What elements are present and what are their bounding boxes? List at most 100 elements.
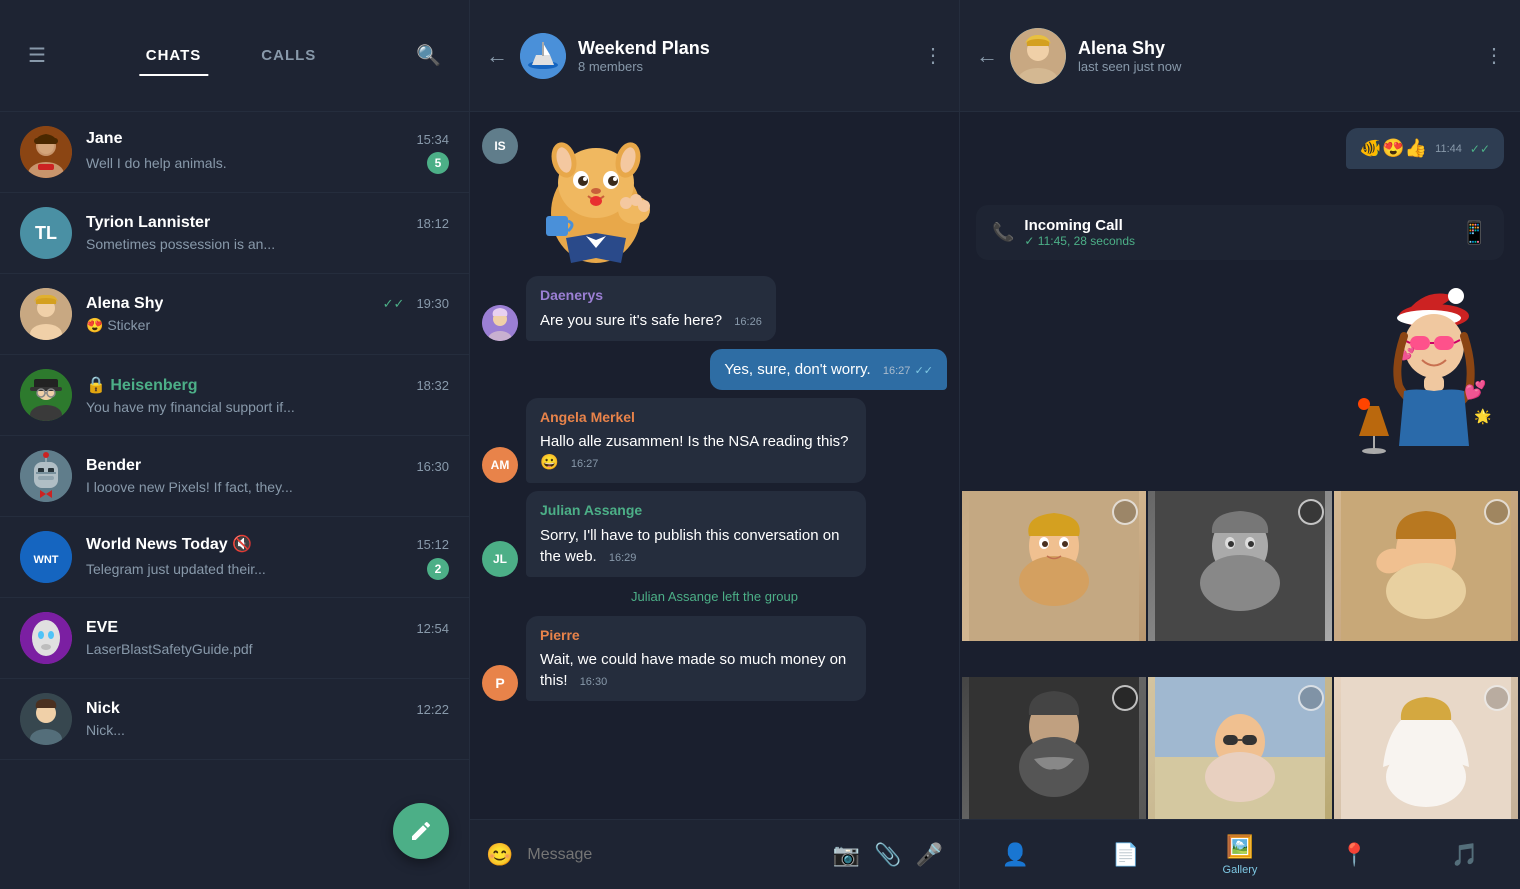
gallery-select-2[interactable]	[1298, 499, 1324, 525]
nav-location[interactable]: 📍	[1328, 834, 1379, 876]
call-status-icon: 📞	[992, 222, 1014, 243]
chat-list: Jane 15:34 Well I do help animals. 5 TL …	[0, 112, 469, 889]
chat-time-bender: 16:30	[416, 459, 449, 474]
badge-wnt: 2	[427, 558, 449, 580]
profile-msg-check: ✓✓	[1470, 142, 1490, 156]
phone-icon[interactable]: 📱	[1461, 220, 1488, 246]
profile-back-button[interactable]: ←	[976, 43, 998, 69]
nav-gallery[interactable]: 🖼️ Gallery	[1211, 826, 1270, 884]
chat-preview-tyrion: Sometimes possession is an...	[86, 236, 449, 252]
chat-item-tyrion[interactable]: TL Tyrion Lannister 18:12 Sometimes poss…	[0, 193, 469, 274]
chats-header: ☰ CHATS CALLS 🔍	[0, 0, 469, 112]
sticker-message: IS	[482, 128, 947, 268]
chat-info-alena: Alena Shy ✓✓ 19:30 😍 Sticker	[86, 295, 449, 334]
gallery-nav-label: Gallery	[1223, 864, 1258, 876]
chat-item-jane[interactable]: Jane 15:34 Well I do help animals. 5	[0, 112, 469, 193]
gallery-item-1[interactable]	[962, 491, 1146, 675]
panel-chats: ☰ CHATS CALLS 🔍	[0, 0, 470, 889]
nav-files[interactable]: 📄	[1100, 834, 1151, 876]
chat-info-tyrion: Tyrion Lannister 18:12 Sometimes possess…	[86, 214, 449, 252]
msg-bubble-julian: Julian Assange Sorry, I'll have to publi…	[526, 491, 866, 577]
profile-name: Alena Shy	[1078, 38, 1472, 59]
messages-area: IS	[470, 112, 959, 819]
gallery-select-5[interactable]	[1298, 685, 1324, 711]
avatar-eve	[20, 612, 72, 664]
msg-time-angela: 16:27	[571, 458, 599, 470]
gallery-select-1[interactable]	[1112, 499, 1138, 525]
chat-input-bar: 😊 📷 📎 🎤	[470, 819, 959, 889]
msg-sender-angela: Angela Merkel	[540, 408, 852, 428]
gallery-item-3[interactable]	[1334, 491, 1518, 675]
chat-item-nick[interactable]: Nick 12:22 Nick...	[0, 679, 469, 760]
msg-row-julian: JL Julian Assange Sorry, I'll have to pu…	[482, 491, 947, 577]
chat-name-bender: Bender	[86, 457, 141, 475]
chat-info-jane: Jane 15:34 Well I do help animals. 5	[86, 130, 449, 174]
profile-header-avatar	[1010, 28, 1066, 84]
gallery-select-6[interactable]	[1484, 685, 1510, 711]
chat-time-eve: 12:54	[416, 621, 449, 636]
chat-name-alena: Alena Shy	[86, 295, 163, 313]
chat-info-wnt: World News Today 🔇 15:12 Telegram just u…	[86, 534, 449, 580]
chat-item-bender[interactable]: Bender 16:30 I looove new Pixels! If fac…	[0, 436, 469, 517]
svg-text:🌟: 🌟	[1474, 408, 1491, 425]
nav-contact[interactable]: 👤	[990, 834, 1041, 876]
msg-row-angela: AM Angela Merkel Hallo alle zusammen! Is…	[482, 398, 947, 484]
chat-item-eve[interactable]: EVE 12:54 LaserBlastSafetyGuide.pdf	[0, 598, 469, 679]
chat-info-bender: Bender 16:30 I looove new Pixels! If fac…	[86, 457, 449, 495]
profile-more-button[interactable]: ⋮	[1484, 43, 1504, 68]
chat-time-tyrion: 18:12	[416, 216, 449, 231]
more-button[interactable]: ⋮	[923, 43, 943, 68]
profile-bottom-nav: 👤 📄 🖼️ Gallery 📍 🎵	[960, 819, 1520, 889]
chat-preview-bender: I looove new Pixels! If fact, they...	[86, 479, 449, 495]
msg-sender-daenerys: Daenerys	[540, 286, 762, 306]
mic-icon[interactable]: 🎤	[916, 842, 943, 868]
msg-time-out: 16:27	[883, 365, 911, 377]
camera-icon[interactable]: 📷	[833, 842, 860, 868]
msg-bubble-out: Yes, sure, don't worry. 16:27 ✓✓	[710, 349, 947, 390]
doge-sticker	[526, 128, 666, 268]
avatar-jane	[20, 126, 72, 178]
avatar-bender	[20, 450, 72, 502]
tab-chats[interactable]: CHATS	[116, 37, 232, 74]
gallery-item-5[interactable]	[1148, 677, 1332, 819]
msg-sender-julian: Julian Assange	[540, 501, 852, 521]
chat-item-wnt[interactable]: WNT World News Today 🔇 15:12 Telegram ju…	[0, 517, 469, 598]
back-button[interactable]: ←	[486, 43, 508, 69]
attach-icon[interactable]: 📎	[874, 842, 901, 868]
chat-preview-nick: Nick...	[86, 722, 449, 738]
chat-preview-wnt: Telegram just updated their...	[86, 561, 266, 577]
svg-text:WNT: WNT	[33, 554, 58, 566]
chat-time-jane: 15:34	[416, 132, 449, 147]
chat-info-eve: EVE 12:54 LaserBlastSafetyGuide.pdf	[86, 619, 449, 657]
msg-text-julian: Sorry, I'll have to publish this convers…	[540, 527, 839, 565]
chat-info-heisenberg: 🔒 Heisenberg 18:32 You have my financial…	[86, 375, 449, 415]
avatar-tyrion: TL	[20, 207, 72, 259]
avatar-wnt: WNT	[20, 531, 72, 583]
gallery-select-3[interactable]	[1484, 499, 1510, 525]
chat-preview-eve: LaserBlastSafetyGuide.pdf	[86, 641, 449, 657]
audio-icon: 🎵	[1451, 842, 1478, 868]
gallery-item-6[interactable]	[1334, 677, 1518, 819]
compose-fab[interactable]	[393, 803, 449, 859]
chat-item-alena[interactable]: Alena Shy ✓✓ 19:30 😍 Sticker	[0, 274, 469, 355]
message-input[interactable]	[527, 846, 818, 864]
group-sub: 8 members	[578, 59, 911, 74]
chat-time-alena: 19:30	[416, 296, 449, 311]
panel-group-chat: ← Weekend Plans 8 members ⋮ IS	[470, 0, 960, 889]
emoji-icon[interactable]: 😊	[486, 842, 513, 868]
alena-checkmarks: ✓✓	[383, 296, 405, 312]
call-time: ✓ 11:45, 28 seconds	[1024, 234, 1135, 248]
gallery-item-2[interactable]	[1148, 491, 1332, 675]
nav-audio[interactable]: 🎵	[1439, 834, 1490, 876]
gallery-select-4[interactable]	[1112, 685, 1138, 711]
chat-info-nick: Nick 12:22 Nick...	[86, 700, 449, 738]
msg-avatar-julian: JL	[482, 541, 518, 577]
tab-calls[interactable]: CALLS	[231, 37, 346, 74]
hamburger-menu[interactable]: ☰	[20, 35, 54, 76]
profile-sticker: 💕 💕 🌟	[1324, 276, 1504, 481]
search-icon[interactable]: 🔍	[408, 35, 449, 76]
chat-name-eve: EVE	[86, 619, 118, 637]
group-name: Weekend Plans	[578, 38, 911, 59]
gallery-item-4[interactable]	[962, 677, 1146, 819]
chat-item-heisenberg[interactable]: 🔒 Heisenberg 18:32 You have my financial…	[0, 355, 469, 436]
